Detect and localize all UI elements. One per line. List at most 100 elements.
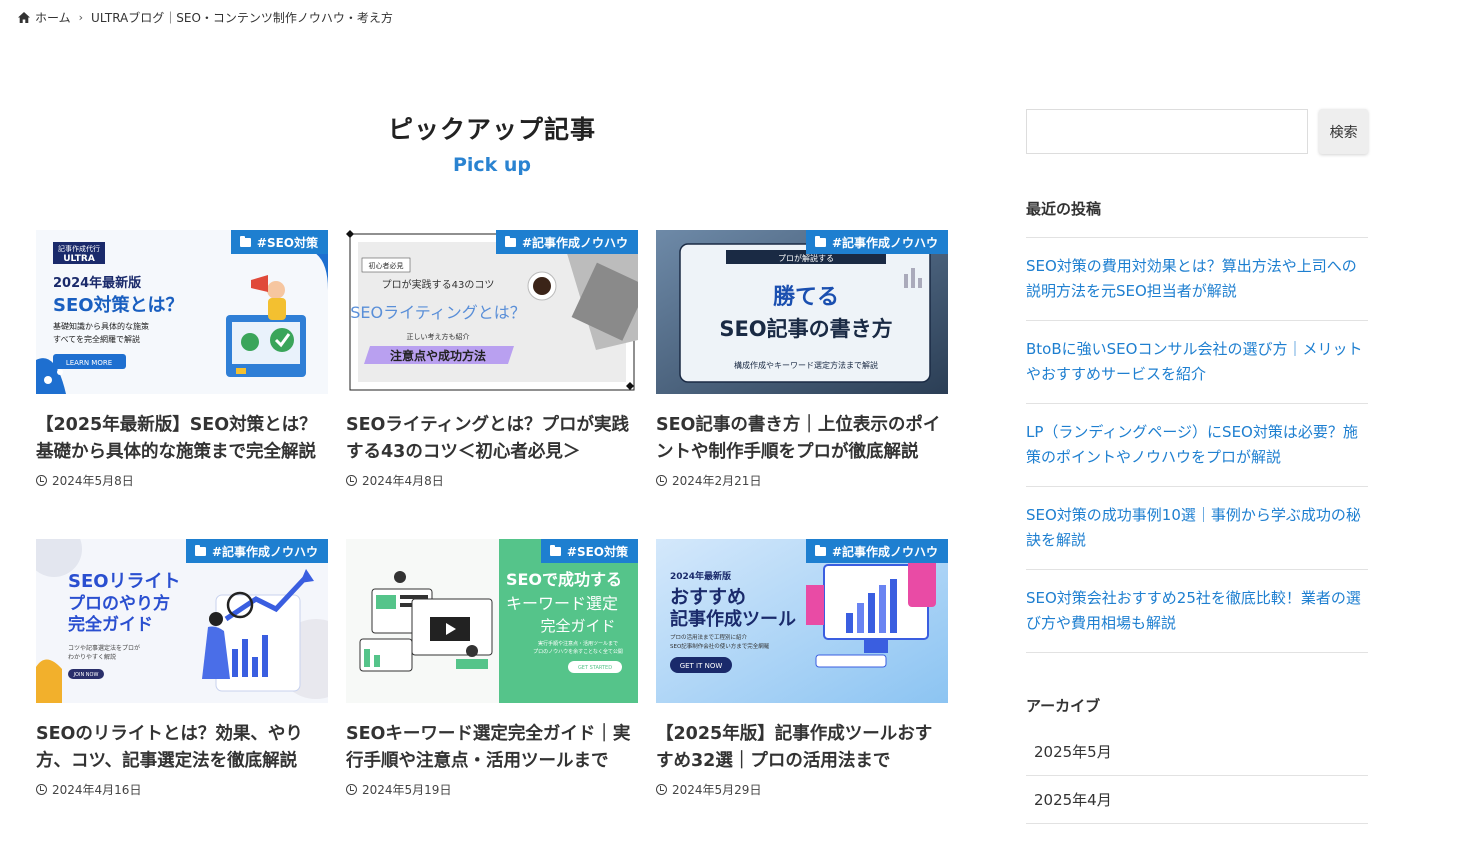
article-card-seo-article-writing[interactable]: プロが解説する 勝てる SEO記事の書き方 構成作成やキーワード選定方法まで解説… bbox=[656, 230, 948, 489]
clock-icon bbox=[656, 784, 667, 795]
article-title[interactable]: 【2025年版】記事作成ツールおすすめ32選｜プロの活用法まで bbox=[656, 721, 948, 775]
svg-text:基礎知識から具体的な施策: 基礎知識から具体的な施策 bbox=[53, 321, 149, 331]
folder-icon bbox=[239, 235, 251, 247]
pickup-subtitle: Pick up bbox=[452, 154, 532, 176]
svg-text:ULTRA: ULTRA bbox=[63, 254, 95, 264]
category-label: #記事作成ノウハウ bbox=[211, 544, 318, 559]
svg-text:わかりやすく解説: わかりやすく解説 bbox=[68, 653, 116, 661]
svg-text:注意点や成功方法: 注意点や成功方法 bbox=[390, 348, 486, 363]
folder-icon bbox=[549, 544, 561, 556]
article-title[interactable]: SEOキーワード選定完全ガイド｜実行手順や注意点・活用ツールまで bbox=[346, 721, 638, 775]
svg-text:記事作成ツール: 記事作成ツール bbox=[670, 608, 796, 630]
home-icon bbox=[18, 12, 30, 23]
folder-icon bbox=[194, 544, 206, 556]
svg-text:実行手順や注意点・活用ツールまで: 実行手順や注意点・活用ツールまで bbox=[538, 640, 618, 647]
article-thumbnail[interactable]: 記事作成代行 ULTRA 2024年最新版 SEO対策とは？ 基礎知識から具体的… bbox=[36, 230, 328, 394]
category-badge[interactable]: #SEO対策 bbox=[230, 230, 328, 254]
svg-text:プロが実践する43のコツ: プロが実践する43のコツ bbox=[382, 278, 495, 291]
article-thumbnail[interactable]: 初心者必見 プロが実践する43のコツ SEOライティングとは？ 正しい考え方も紹… bbox=[346, 230, 638, 394]
svg-text:JOIN NOW: JOIN NOW bbox=[73, 672, 99, 678]
svg-text:構成作成やキーワード選定方法まで解説: 構成作成やキーワード選定方法まで解説 bbox=[734, 360, 878, 370]
svg-text:完全ガイド: 完全ガイド bbox=[540, 617, 615, 635]
article-title[interactable]: 【2025年最新版】SEO対策とは？基礎から具体的な施策まで完全解説 bbox=[36, 412, 328, 466]
article-card-seo-writing[interactable]: 初心者必見 プロが実践する43のコツ SEOライティングとは？ 正しい考え方も紹… bbox=[346, 230, 638, 489]
category-label: #SEO対策 bbox=[566, 544, 628, 559]
svg-text:プロが解説する: プロが解説する bbox=[778, 253, 834, 263]
article-date-text: 2024年5月19日 bbox=[362, 783, 452, 797]
clock-icon bbox=[346, 475, 357, 486]
article-thumbnail[interactable]: SEOで成功する キーワード選定 完全ガイド 実行手順や注意点・活用ツールまで … bbox=[346, 539, 638, 703]
category-badge[interactable]: #記事作成ノウハウ bbox=[805, 539, 948, 563]
svg-text:2024年最新版: 2024年最新版 bbox=[53, 275, 141, 291]
svg-text:すべてを完全網羅で解説: すべてを完全網羅で解説 bbox=[53, 334, 140, 344]
article-date-text: 2024年4月8日 bbox=[362, 474, 444, 488]
article-card-keyword-selection[interactable]: SEOで成功する キーワード選定 完全ガイド 実行手順や注意点・活用ツールまで … bbox=[346, 539, 638, 798]
article-card-seo-rewrite[interactable]: SEOリライト プロのやり方 完全ガイド コツや記事選定法をプロが わかりやすく… bbox=[36, 539, 328, 798]
article-thumbnail[interactable]: プロが解説する 勝てる SEO記事の書き方 構成作成やキーワード選定方法まで解説… bbox=[656, 230, 948, 394]
clock-icon bbox=[656, 475, 667, 486]
article-date-text: 2024年2月21日 bbox=[672, 474, 762, 488]
breadcrumb-home-link[interactable]: ホーム bbox=[18, 9, 71, 26]
article-date: 2024年5月8日 bbox=[36, 472, 328, 489]
svg-text:プロのやり方: プロのやり方 bbox=[68, 593, 170, 614]
clock-icon bbox=[36, 784, 47, 795]
svg-text:プロの活用法まで工程別に紹介: プロの活用法まで工程別に紹介 bbox=[670, 633, 748, 641]
thumbnail-art: SEOリライト プロのやり方 完全ガイド コツや記事選定法をプロが わかりやすく… bbox=[36, 539, 328, 703]
article-card-seo-basics[interactable]: 記事作成代行 ULTRA 2024年最新版 SEO対策とは？ 基礎知識から具体的… bbox=[36, 230, 328, 489]
archive-list: 2025年5月 2025年4月 bbox=[1026, 728, 1368, 824]
breadcrumb-home-label: ホーム bbox=[35, 11, 71, 25]
breadcrumb-current: ULTRAブログ｜SEO・コンテンツ制作ノウハウ・考え方 bbox=[91, 11, 393, 25]
svg-text:SEO記事の書き方: SEO記事の書き方 bbox=[719, 317, 892, 341]
svg-text:SEO対策とは？: SEO対策とは？ bbox=[53, 294, 184, 316]
article-thumbnail[interactable]: 2024年最新版 おすすめ 記事作成ツール プロの活用法まで工程別に紹介 SEO… bbox=[656, 539, 948, 703]
archive-link[interactable]: 2025年4月 bbox=[1026, 776, 1368, 824]
recent-post-link[interactable]: BtoBに強いSEOコンサル会社の選び方｜メリットやおすすめサービスを紹介 bbox=[1026, 321, 1368, 404]
folder-icon bbox=[814, 235, 826, 247]
svg-text:正しい考え方も紹介: 正しい考え方も紹介 bbox=[407, 332, 470, 341]
svg-text:完全ガイド: 完全ガイド bbox=[68, 614, 153, 635]
thumbnail-art: 初心者必見 プロが実践する43のコツ SEOライティングとは？ 正しい考え方も紹… bbox=[346, 230, 638, 394]
article-date: 2024年5月19日 bbox=[346, 781, 638, 798]
thumbnail-art: SEOで成功する キーワード選定 完全ガイド 実行手順や注意点・活用ツールまで … bbox=[346, 539, 638, 703]
svg-text:おすすめ: おすすめ bbox=[670, 586, 746, 608]
archive-link[interactable]: 2025年5月 bbox=[1026, 728, 1368, 776]
svg-text:SEO記事制作会社の使い方まで完全網羅: SEO記事制作会社の使い方まで完全網羅 bbox=[670, 642, 770, 650]
category-badge[interactable]: #記事作成ノウハウ bbox=[185, 539, 328, 563]
sidebar: 検索 最近の投稿 SEO対策の費用対効果とは？算出方法や上司への説明方法を元SE… bbox=[1026, 109, 1368, 824]
svg-text:勝てる: 勝てる bbox=[773, 285, 839, 310]
recent-posts-list: SEO対策の費用対効果とは？算出方法や上司への説明方法を元SEO担当者が解説 B… bbox=[1026, 237, 1368, 653]
folder-icon bbox=[814, 544, 826, 556]
recent-post-link[interactable]: SEO対策会社おすすめ25社を徹底比較！業者の選び方や費用相場も解説 bbox=[1026, 570, 1368, 653]
article-date: 2024年4月8日 bbox=[346, 472, 638, 489]
article-date-text: 2024年5月8日 bbox=[52, 474, 134, 488]
svg-text:SEOで成功する: SEOで成功する bbox=[506, 570, 622, 589]
search-button[interactable]: 検索 bbox=[1319, 109, 1368, 154]
article-title[interactable]: SEO記事の書き方｜上位表示のポイントや制作手順をプロが徹底解説 bbox=[656, 412, 948, 466]
svg-text:2024年最新版: 2024年最新版 bbox=[670, 570, 731, 582]
svg-text:記事作成代行: 記事作成代行 bbox=[58, 244, 100, 253]
search-input[interactable] bbox=[1026, 109, 1309, 154]
recent-post-link[interactable]: SEO対策の成功事例10選｜事例から学ぶ成功の秘訣を解説 bbox=[1026, 487, 1368, 570]
article-date-text: 2024年5月29日 bbox=[672, 783, 762, 797]
search-form: 検索 bbox=[1026, 109, 1368, 154]
svg-text:初心者必見: 初心者必見 bbox=[369, 261, 404, 270]
recent-post-link[interactable]: LP（ランディングページ）にSEO対策は必要？施策のポイントやノウハウをプロが解… bbox=[1026, 404, 1368, 487]
article-card-writing-tools[interactable]: 2024年最新版 おすすめ 記事作成ツール プロの活用法まで工程別に紹介 SEO… bbox=[656, 539, 948, 798]
article-date-text: 2024年4月16日 bbox=[52, 783, 142, 797]
thumbnail-art: プロが解説する 勝てる SEO記事の書き方 構成作成やキーワード選定方法まで解説 bbox=[656, 230, 948, 394]
category-badge[interactable]: #記事作成ノウハウ bbox=[805, 230, 948, 254]
recent-post-link[interactable]: SEO対策の費用対効果とは？算出方法や上司への説明方法を元SEO担当者が解説 bbox=[1026, 238, 1368, 321]
recent-posts-title: 最近の投稿 bbox=[1026, 200, 1102, 218]
article-title[interactable]: SEOライティングとは？プロが実践する43のコツ＜初心者必見＞ bbox=[346, 412, 638, 466]
svg-text:プロのノウハウを余すことなく全て公開: プロのノウハウを余すことなく全て公開 bbox=[533, 648, 623, 655]
category-label: #SEO対策 bbox=[256, 235, 318, 250]
chevron-right-icon: › bbox=[78, 11, 84, 24]
svg-text:コツや記事選定法をプロが: コツや記事選定法をプロが bbox=[68, 644, 140, 652]
pickup-heading: ピックアップ記事 Pick up bbox=[346, 110, 638, 176]
clock-icon bbox=[346, 784, 357, 795]
article-thumbnail[interactable]: SEOリライト プロのやり方 完全ガイド コツや記事選定法をプロが わかりやすく… bbox=[36, 539, 328, 703]
article-title[interactable]: SEOのリライトとは？効果、やり方、コツ、記事選定法を徹底解説 bbox=[36, 721, 328, 775]
category-label: #記事作成ノウハウ bbox=[831, 235, 938, 250]
category-badge[interactable]: #記事作成ノウハウ bbox=[495, 230, 638, 254]
category-badge[interactable]: #SEO対策 bbox=[540, 539, 638, 563]
